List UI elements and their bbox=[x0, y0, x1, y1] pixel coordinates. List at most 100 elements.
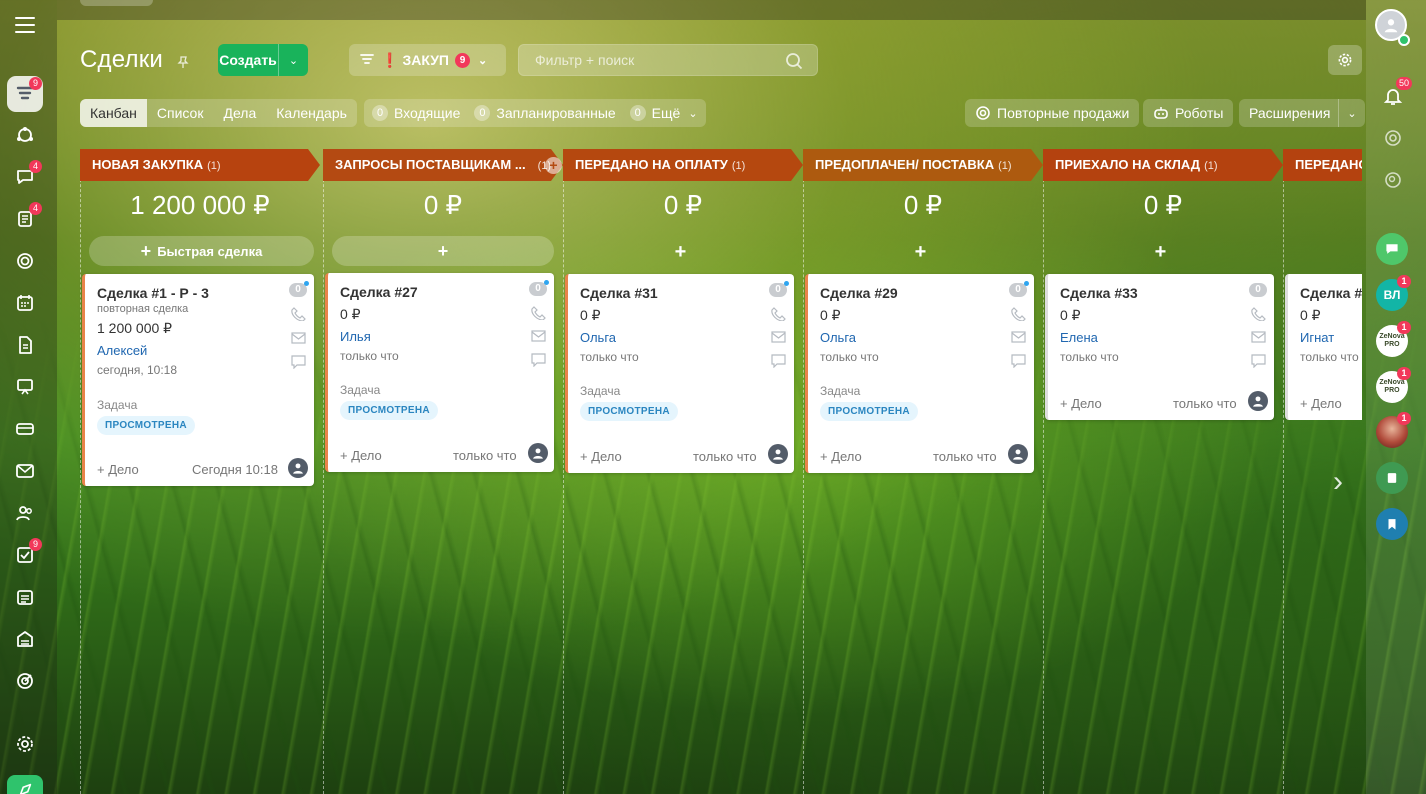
sidebar-item-goals[interactable] bbox=[7, 663, 43, 699]
sidebar-item-calendar[interactable] bbox=[7, 285, 43, 321]
chevron-down-icon[interactable]: ⌄ bbox=[279, 54, 308, 67]
quick-add-button[interactable]: + bbox=[563, 241, 798, 263]
notes-button[interactable] bbox=[1376, 462, 1408, 494]
counter-planned[interactable]: 0 Запланированные bbox=[474, 105, 616, 121]
view-list[interactable]: Список bbox=[147, 99, 214, 127]
quick-add-button[interactable]: + bbox=[1043, 241, 1278, 263]
avatar[interactable] bbox=[1248, 391, 1268, 411]
deal-card[interactable]: Сделка #3 0 ₽ Игнат только что + Дело bbox=[1285, 274, 1362, 420]
avatar[interactable] bbox=[288, 458, 308, 478]
phone-icon[interactable] bbox=[770, 306, 787, 321]
chat-icon[interactable] bbox=[290, 354, 307, 369]
sidebar-item-meetings[interactable] bbox=[7, 369, 43, 405]
view-activities[interactable]: Дела bbox=[213, 99, 266, 127]
notifications-button[interactable]: 50 bbox=[1380, 77, 1412, 109]
avatar[interactable] bbox=[1008, 444, 1028, 464]
sidebar-item-schedule[interactable] bbox=[7, 579, 43, 615]
contact-link[interactable]: Елена bbox=[1060, 330, 1098, 345]
avatar[interactable]: 1 bbox=[1376, 412, 1411, 448]
add-activity-link[interactable]: + Дело bbox=[1300, 396, 1342, 411]
deal-title[interactable]: Сделка #31 bbox=[580, 285, 658, 301]
column-header-payment[interactable]: ПЕРЕДАНО НА ОПЛАТУ (1) bbox=[563, 149, 803, 181]
pin-icon[interactable] bbox=[176, 55, 190, 69]
chevron-down-icon[interactable]: ⌄ bbox=[1339, 107, 1364, 120]
mail-icon[interactable] bbox=[770, 330, 787, 345]
view-calendar[interactable]: Календарь bbox=[266, 99, 357, 127]
sidebar-item-feed[interactable]: 4 bbox=[7, 201, 43, 237]
phone-icon[interactable] bbox=[1250, 306, 1267, 321]
sidebar-item-people[interactable] bbox=[7, 117, 43, 153]
quick-add-button[interactable]: + bbox=[803, 241, 1038, 263]
sidebar-item-docs[interactable] bbox=[7, 327, 43, 363]
contact-link[interactable]: Алексей bbox=[97, 343, 147, 358]
avatar[interactable] bbox=[768, 444, 788, 464]
sidebar-item-store[interactable] bbox=[7, 621, 43, 657]
create-button[interactable]: Создать ⌄ bbox=[218, 44, 308, 76]
deal-title[interactable]: Сделка #1 - Р - 3 bbox=[97, 285, 209, 301]
sidebar-item-chat[interactable]: 4 bbox=[7, 159, 43, 195]
bookmarks-button[interactable] bbox=[1376, 508, 1408, 540]
sidebar-item-contacts[interactable] bbox=[7, 495, 43, 531]
rocket-button[interactable] bbox=[7, 775, 43, 794]
column-header-supplier-requests[interactable]: ЗАПРОСЫ ПОСТАВЩИКАМ ...(1) bbox=[323, 149, 563, 181]
deal-title[interactable]: Сделка #27 bbox=[340, 284, 418, 300]
chat-icon[interactable] bbox=[1010, 353, 1027, 368]
deal-card[interactable]: Сделка #29 0 0 ₽ Ольга только что Задача… bbox=[805, 274, 1034, 473]
column-header-new[interactable]: НОВАЯ ЗАКУПКА (1) bbox=[80, 149, 320, 181]
add-activity-link[interactable]: + Дело bbox=[820, 449, 862, 464]
scroll-right-chevron-icon[interactable]: › bbox=[1333, 465, 1343, 499]
search-input[interactable] bbox=[519, 45, 769, 75]
deal-title[interactable]: Сделка #33 bbox=[1060, 285, 1138, 301]
phone-icon[interactable] bbox=[1010, 306, 1027, 321]
add-activity-link[interactable]: + Дело bbox=[580, 449, 622, 464]
quick-add-button[interactable]: + bbox=[332, 236, 554, 266]
deal-card[interactable]: Сделка #31 0 0 ₽ Ольга только что Задача… bbox=[565, 274, 794, 473]
counter-more[interactable]: 0 Ещё ⌄ bbox=[629, 105, 698, 121]
menu-burger-icon[interactable] bbox=[15, 17, 35, 33]
avatar[interactable] bbox=[528, 443, 548, 463]
sidebar-item-settings[interactable] bbox=[7, 726, 43, 762]
deal-title[interactable]: Сделка #3 bbox=[1300, 285, 1362, 301]
kanban-settings-button[interactable] bbox=[1328, 45, 1362, 75]
search-icon[interactable] bbox=[785, 52, 803, 70]
mail-icon[interactable] bbox=[530, 329, 547, 344]
view-kanban[interactable]: Канбан bbox=[80, 99, 147, 127]
sidebar-item-tasks[interactable]: 9 bbox=[7, 537, 43, 573]
mail-icon[interactable] bbox=[1250, 330, 1267, 345]
deal-card[interactable]: Сделка #33 0 0 ₽ Елена только что + Дело… bbox=[1045, 274, 1274, 420]
zenova-chat-1[interactable]: ZeNova PRO 1 bbox=[1376, 321, 1411, 357]
chat-icon[interactable] bbox=[1250, 353, 1267, 368]
search-chat-button[interactable] bbox=[1380, 167, 1406, 193]
repeat-sales-button[interactable]: Повторные продажи bbox=[965, 99, 1140, 127]
funnel-selector[interactable]: ❗ ЗАКУП 9 ⌄ bbox=[349, 44, 506, 76]
phone-icon[interactable] bbox=[530, 305, 547, 320]
copilot-button[interactable] bbox=[1380, 125, 1406, 151]
contact-link[interactable]: Ольга bbox=[820, 330, 856, 345]
zenova-chat-2[interactable]: ZeNova PRO 1 bbox=[1376, 367, 1411, 403]
deal-card[interactable]: Сделка #1 - Р - 3 0 повторная сделка 1 2… bbox=[82, 274, 314, 486]
mail-icon[interactable] bbox=[290, 331, 307, 346]
add-column-plus-icon[interactable]: + bbox=[545, 157, 562, 174]
sidebar-item-copilot[interactable] bbox=[7, 243, 43, 279]
filter-search[interactable] bbox=[518, 44, 818, 76]
sidebar-item-mail[interactable] bbox=[7, 453, 43, 489]
column-header-transferred[interactable]: ПЕРЕДАНО bbox=[1283, 149, 1362, 181]
open-lines-button[interactable] bbox=[1376, 233, 1408, 265]
user-vl[interactable]: ВЛ 1 bbox=[1376, 275, 1411, 311]
chat-icon[interactable] bbox=[770, 353, 787, 368]
add-activity-link[interactable]: + Дело bbox=[97, 462, 139, 477]
mail-icon[interactable] bbox=[1010, 330, 1027, 345]
quick-deal-button[interactable]: + Быстрая сделка bbox=[89, 236, 314, 266]
contact-link[interactable]: Игнат bbox=[1300, 330, 1334, 345]
contact-link[interactable]: Илья bbox=[340, 329, 371, 344]
phone-icon[interactable] bbox=[290, 306, 307, 321]
chat-icon[interactable] bbox=[530, 352, 547, 367]
contact-link[interactable]: Ольга bbox=[580, 330, 616, 345]
column-header-warehouse[interactable]: ПРИЕХАЛО НА СКЛАД (1) bbox=[1043, 149, 1283, 181]
sidebar-item-crm[interactable]: 9 bbox=[7, 76, 43, 112]
column-header-prepaid[interactable]: ПРЕДОПЛАЧЕН/ ПОСТАВКА (1) bbox=[803, 149, 1043, 181]
sidebar-item-sales[interactable] bbox=[7, 411, 43, 447]
deal-title[interactable]: Сделка #29 bbox=[820, 285, 898, 301]
counter-incoming[interactable]: 0 Входящие bbox=[372, 105, 460, 121]
add-activity-link[interactable]: + Дело bbox=[340, 448, 382, 463]
